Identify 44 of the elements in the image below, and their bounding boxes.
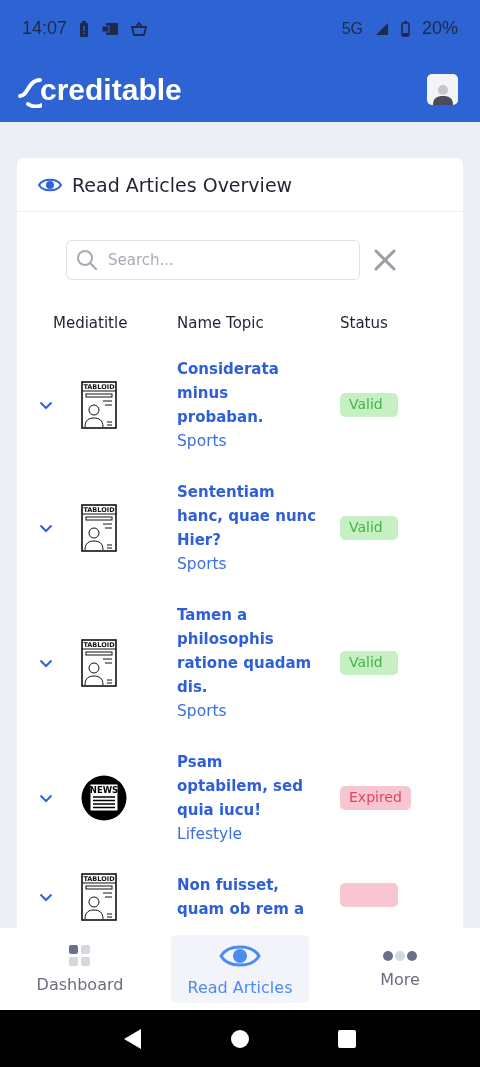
- more-icon: [382, 949, 418, 962]
- nav-tab[interactable]: Dashboard: [11, 935, 149, 1003]
- battery-icon: [400, 20, 410, 37]
- article-title[interactable]: Sententiam hanc, quae nunc Hier?: [177, 480, 317, 552]
- column-header: Mediatitle: [53, 314, 129, 332]
- status-badge: Valid: [340, 516, 398, 540]
- expand-button[interactable]: [39, 793, 53, 803]
- search-field[interactable]: Search...: [66, 240, 360, 280]
- status-badge: Valid: [340, 393, 398, 417]
- status-badge: [340, 883, 398, 907]
- expand-button[interactable]: [39, 400, 53, 410]
- article-title[interactable]: Considerata minus probaban.: [177, 357, 317, 429]
- topic-label: Sports: [177, 431, 228, 452]
- back-icon[interactable]: [124, 1028, 143, 1049]
- expand-button[interactable]: [39, 523, 53, 533]
- column-header: Name Topic: [177, 314, 265, 332]
- home-icon[interactable]: [231, 1029, 249, 1048]
- basket-icon: [131, 21, 148, 36]
- topic-label: Sports: [177, 701, 228, 722]
- app-logo: creditable: [40, 72, 182, 107]
- status-badge: Valid: [340, 651, 398, 675]
- article-title[interactable]: Psam optabilem, sed quia iucu!: [177, 750, 317, 822]
- column-header: Status: [340, 314, 388, 332]
- nav-tab[interactable]: More: [331, 935, 469, 1003]
- article-title[interactable]: Tamen a philosophis ratione quadam dis.: [177, 603, 317, 699]
- card-title: Read Articles Overview: [72, 173, 293, 196]
- nav-tab[interactable]: Read Articles: [171, 935, 309, 1003]
- newspaper-icon: NEWS: [81, 775, 127, 821]
- status-badge: Expired: [340, 786, 411, 810]
- eye-icon: [38, 176, 62, 193]
- topic-label: Lifestyle: [177, 824, 244, 845]
- battery-level: 20%: [421, 18, 458, 39]
- article-title[interactable]: Non fuisset, quam ob rem a: [177, 873, 317, 921]
- expand-button[interactable]: [39, 658, 53, 668]
- profile-button[interactable]: [427, 74, 458, 105]
- topic-label: Sports: [177, 554, 228, 575]
- battery-alert-icon: [79, 20, 90, 37]
- expand-button[interactable]: [39, 892, 53, 902]
- recents-icon[interactable]: [337, 1029, 356, 1048]
- signal-icon: [374, 21, 389, 36]
- close-button[interactable]: [374, 249, 396, 271]
- network-label: 5G: [341, 19, 363, 38]
- clock: 14:07: [22, 18, 68, 39]
- grid-icon: [69, 944, 91, 967]
